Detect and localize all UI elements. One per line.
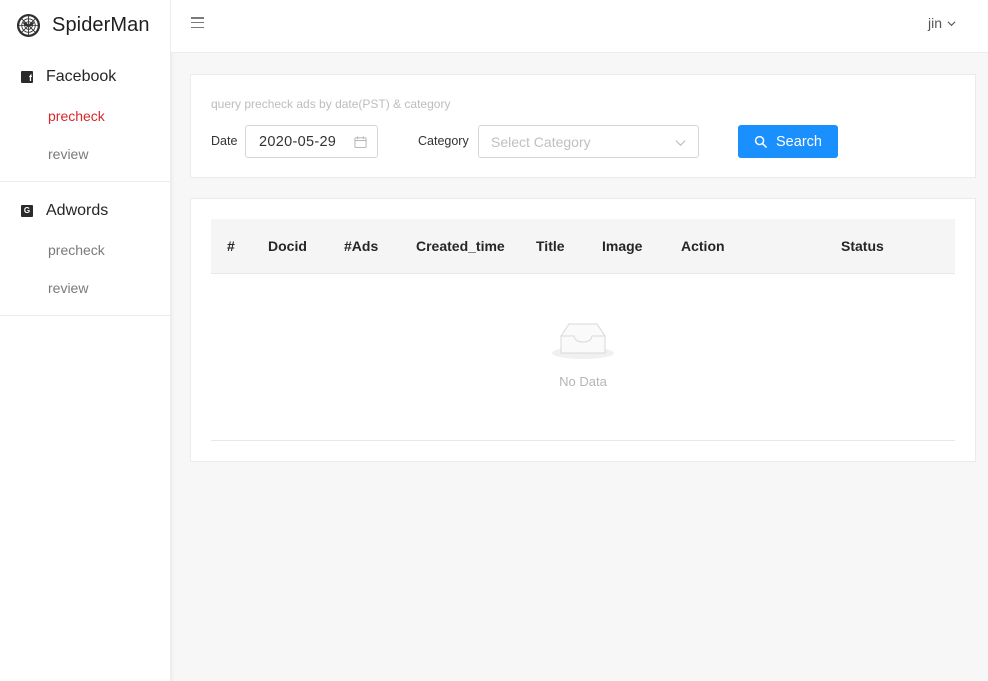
search-button-label: Search: [776, 133, 822, 150]
sidebar-item-facebook-review[interactable]: review: [48, 146, 88, 162]
brand[interactable]: SpiderMan: [16, 12, 150, 38]
column-header-created-time: Created_time: [416, 238, 505, 254]
user-menu[interactable]: jin: [928, 15, 956, 31]
menu-toggle-icon[interactable]: [191, 17, 204, 29]
sidebar: SpiderMan f Facebook precheck review G A…: [0, 0, 171, 681]
chevron-down-icon: [947, 20, 956, 26]
date-picker[interactable]: 2020-05-29: [245, 125, 378, 158]
column-header-title: Title: [536, 238, 565, 254]
nav-group-head-facebook[interactable]: f Facebook: [21, 67, 116, 87]
category-select[interactable]: Select Category: [478, 125, 699, 158]
nav-group-facebook: f Facebook precheck review: [0, 58, 171, 182]
nav-group-label: Facebook: [46, 68, 117, 85]
date-label: Date: [211, 134, 238, 148]
date-value: 2020-05-29: [259, 133, 337, 150]
results-table: # Docid #Ads Created_time Title Image Ac…: [190, 198, 976, 462]
top-header: jin: [171, 0, 988, 53]
calendar-icon: [354, 136, 367, 149]
search-button[interactable]: Search: [738, 125, 838, 158]
app-root: SpiderMan f Facebook precheck review G A…: [0, 0, 988, 681]
nav-group-label: Adwords: [46, 202, 109, 219]
column-header-docid: Docid: [268, 238, 307, 254]
search-icon: [754, 135, 767, 148]
column-header-index: #: [227, 238, 235, 254]
column-header-image: Image: [602, 238, 643, 254]
nav-group-adwords: G Adwords precheck review: [0, 192, 171, 316]
user-name: jin: [927, 15, 942, 31]
empty-state: No Data: [211, 274, 955, 441]
column-header-status: Status: [841, 238, 884, 254]
spider-logo-icon: [16, 13, 41, 37]
brand-title: SpiderMan: [52, 13, 150, 36]
chevron-down-icon: [675, 140, 686, 147]
column-header-action: Action: [681, 238, 725, 254]
query-panel: query precheck ads by date(PST) & catego…: [190, 74, 976, 178]
google-icon: G: [21, 205, 33, 217]
table-header: # Docid #Ads Created_time Title Image Ac…: [211, 219, 955, 274]
sidebar-item-facebook-precheck[interactable]: precheck: [48, 108, 105, 124]
facebook-icon: f: [21, 71, 33, 83]
category-label: Category: [418, 134, 469, 148]
query-hint: query precheck ads by date(PST) & catego…: [211, 97, 451, 111]
empty-text: No Data: [559, 374, 607, 389]
nav-group-head-adwords[interactable]: G Adwords: [21, 201, 108, 221]
sidebar-item-adwords-precheck[interactable]: precheck: [48, 242, 105, 258]
empty-inbox-icon: [552, 323, 614, 359]
column-header-ads: #Ads: [344, 238, 379, 254]
sidebar-item-adwords-review[interactable]: review: [48, 280, 88, 296]
category-placeholder: Select Category: [491, 134, 591, 150]
